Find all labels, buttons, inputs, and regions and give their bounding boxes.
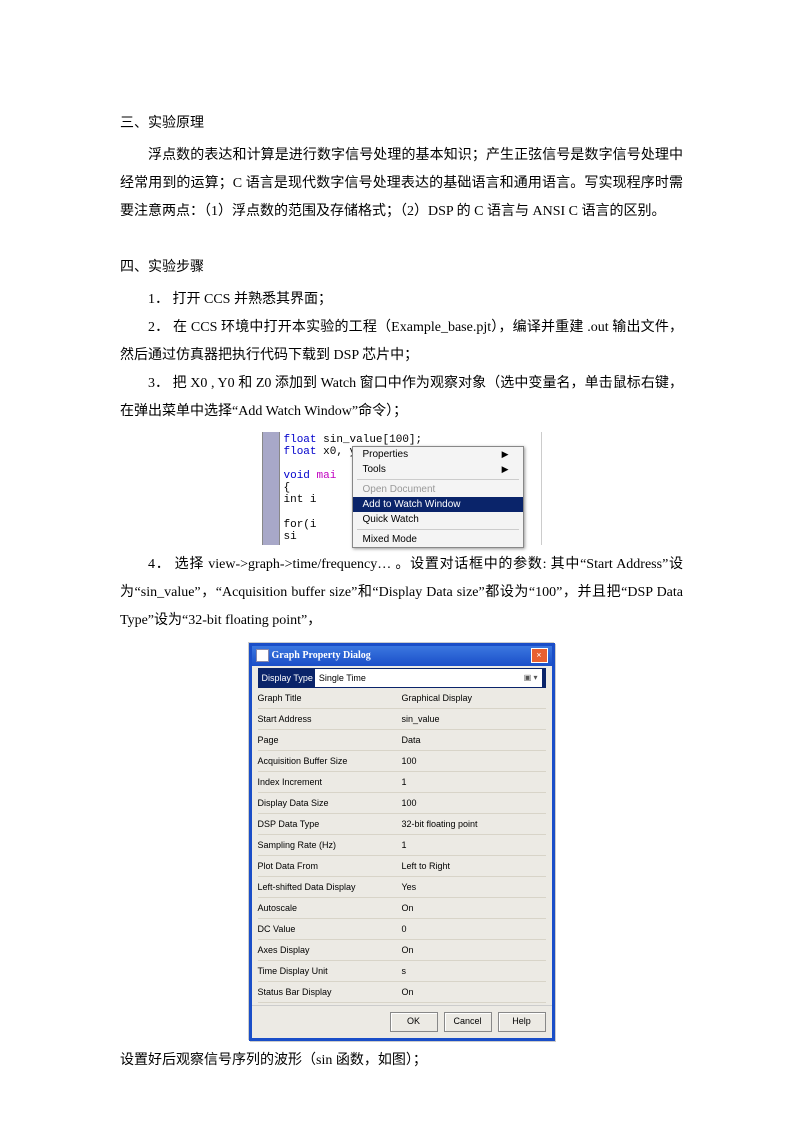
section4-title: 四、实验步骤 [120,254,683,282]
prop-key: Acquisition Buffer Size [258,752,398,770]
dialog-button-bar: OK Cancel Help [252,1005,552,1038]
menu-item-open-document: Open Document [353,482,523,497]
prop-val: Graphical Display [398,689,546,707]
step-1: 1． 打开 CCS 并熟悉其界面； [120,286,683,314]
screenshot-context-menu: float sin_value[100]; float x0, y0, z0; … [262,432,542,545]
prop-key: Start Address [258,710,398,728]
dialog-icon [256,649,269,662]
property-row[interactable]: Acquisition Buffer Size100 [258,751,546,772]
help-button[interactable]: Help [498,1012,546,1032]
menu-item-quick-watch[interactable]: Quick Watch [353,512,523,527]
prop-val: On [398,899,546,917]
step-2: 2． 在 CCS 环境中打开本实验的工程（Example_base.pjt），编… [120,314,683,370]
context-menu: Properties ▶ Tools ▶ Open Document Add t… [352,446,524,548]
property-row[interactable]: Status Bar DisplayOn [258,982,546,1003]
editor-gutter [262,432,280,545]
property-row[interactable]: DC Value0 [258,919,546,940]
property-row[interactable]: Start Addresssin_value [258,709,546,730]
prop-val: Single Time [319,669,366,687]
menu-item-add-watch[interactable]: Add to Watch Window [353,497,523,512]
code-kw: float [284,446,317,458]
ok-button[interactable]: OK [390,1012,438,1032]
prop-key: Axes Display [258,941,398,959]
prop-val: s [398,962,546,980]
prop-val: Left to Right [398,857,546,875]
property-row[interactable]: PageData [258,730,546,751]
prop-key: DC Value [258,920,398,938]
property-row[interactable]: Display Type Single Time ▣ ▾ [258,668,546,688]
prop-val: 100 [398,794,546,812]
menu-label: Add to Watch Window [363,499,461,510]
step-4: 4． 选择 view->graph->time/frequency… 。设置对话… [120,551,683,635]
step-3: 3． 把 X0 , Y0 和 Z0 添加到 Watch 窗口中作为观察对象（选中… [120,370,683,426]
prop-key: Sampling Rate (Hz) [258,836,398,854]
prop-val: 1 [398,773,546,791]
prop-key: Index Increment [258,773,398,791]
section3-title: 三、实验原理 [120,110,683,138]
section3-para: 浮点数的表达和计算是进行数字信号处理的基本知识；产生正弦信号是数字信号处理中经常… [120,142,683,226]
prop-val: 100 [398,752,546,770]
cancel-button[interactable]: Cancel [444,1012,492,1032]
dialog-title: Graph Property Dialog [272,646,371,666]
menu-separator [357,529,519,530]
property-row[interactable]: Axes DisplayOn [258,940,546,961]
dialog-titlebar: Graph Property Dialog × [252,646,552,666]
code-fn: mai [310,470,336,482]
menu-separator [357,479,519,480]
prop-val: 0 [398,920,546,938]
menu-label: Quick Watch [363,514,419,525]
menu-item-tools[interactable]: Tools ▶ [353,462,523,477]
menu-label: Open Document [363,484,436,495]
property-row[interactable]: Time Display Units [258,961,546,982]
prop-key: Display Type [262,669,313,687]
prop-val: On [398,983,546,1001]
menu-label: Properties [363,449,409,460]
submenu-arrow-icon: ▶ [502,450,509,460]
property-row[interactable]: Graph TitleGraphical Display [258,688,546,709]
code-text: sin_value[100]; [317,434,423,446]
prop-key: Left-shifted Data Display [258,878,398,896]
prop-key: Display Data Size [258,794,398,812]
property-row[interactable]: Index Increment1 [258,772,546,793]
menu-item-mixed-mode[interactable]: Mixed Mode [353,532,523,547]
property-row[interactable]: DSP Data Type32-bit floating point [258,814,546,835]
code-kw: void [284,470,310,482]
prop-val: sin_value [398,710,546,728]
property-row[interactable]: Left-shifted Data DisplayYes [258,877,546,898]
menu-label: Mixed Mode [363,534,417,545]
prop-key: Page [258,731,398,749]
prop-val: On [398,941,546,959]
submenu-arrow-icon: ▶ [502,465,509,475]
close-icon[interactable]: × [531,648,548,663]
property-row[interactable]: AutoscaleOn [258,898,546,919]
code-kw: float [284,434,317,446]
prop-key: Plot Data From [258,857,398,875]
menu-item-properties[interactable]: Properties ▶ [353,447,523,462]
property-row[interactable]: Display Data Size100 [258,793,546,814]
screenshot-graph-property-dialog: Graph Property Dialog × Display Type Sin… [249,643,555,1041]
prop-val: 32-bit floating point [398,815,546,833]
dropdown-icon[interactable]: ▣ ▾ [524,670,538,686]
prop-val: Yes [398,878,546,896]
dialog-property-grid: Display Type Single Time ▣ ▾ Graph Title… [252,666,552,1005]
prop-val: Data [398,731,546,749]
prop-key: Time Display Unit [258,962,398,980]
menu-label: Tools [363,464,386,475]
prop-key: DSP Data Type [258,815,398,833]
prop-key: Status Bar Display [258,983,398,1001]
prop-key: Autoscale [258,899,398,917]
step-4-tail: 设置好后观察信号序列的波形（sin 函数，如图）； [120,1047,683,1075]
editor-code-area: float sin_value[100]; float x0, y0, z0; … [280,432,542,545]
prop-key: Graph Title [258,689,398,707]
property-row[interactable]: Plot Data FromLeft to Right [258,856,546,877]
prop-val: 1 [398,836,546,854]
property-row[interactable]: Sampling Rate (Hz)1 [258,835,546,856]
